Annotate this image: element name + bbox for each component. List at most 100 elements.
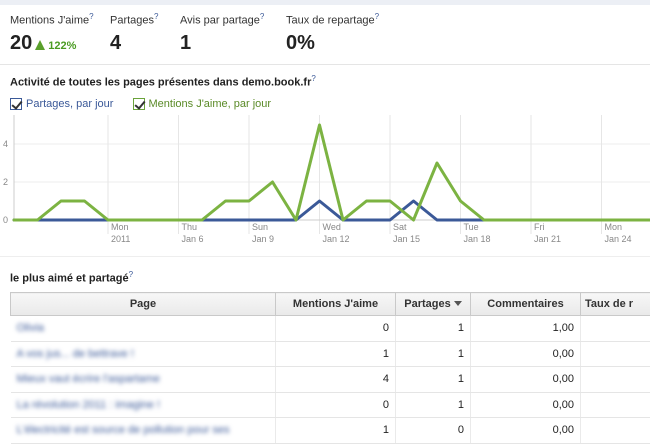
divider	[0, 256, 650, 257]
column-header-comments[interactable]: Commentaires	[470, 292, 581, 316]
page-link-text[interactable]: A vos jus... de bettrave !	[17, 348, 134, 360]
x-tick-day-label: Sat	[393, 222, 407, 232]
y-tick-label: 0	[3, 215, 8, 225]
stat-likes-label: Mentions J'aime	[10, 14, 90, 27]
help-icon[interactable]: ?	[154, 12, 158, 21]
column-header-shares[interactable]: Partages	[395, 292, 471, 316]
x-tick-day-label: Fri	[534, 222, 545, 232]
sort-down-icon	[453, 301, 462, 306]
help-icon[interactable]: ?	[129, 270, 133, 279]
stat-shares: Partages? 4	[110, 12, 158, 55]
help-icon[interactable]: ?	[311, 74, 315, 83]
cell-shares: 1	[395, 315, 471, 342]
table-row: Mieux vaut écrire l'aspartame 4 1 0,00	[10, 366, 650, 393]
cell-likes: 0	[275, 392, 396, 418]
series-line-likes	[12, 123, 650, 222]
series-line-shares	[12, 199, 650, 222]
legend-likes-label: Mentions J'aime, par jour	[148, 98, 272, 110]
cell-page-link[interactable]: La révolution 2011 : imagine !	[10, 392, 276, 418]
cell-page-link[interactable]: L'électricité est source de pollution po…	[10, 417, 276, 444]
y-tick-label: 4	[3, 139, 8, 149]
stat-reshare-label: Taux de repartage	[286, 14, 375, 27]
cell-likes: 1	[275, 417, 396, 444]
table-row: A vos jus... de bettrave ! 1 1 0,00	[10, 341, 650, 367]
x-tick-date-label: Jan 9	[252, 234, 274, 244]
legend-shares-label: Partages, par jour	[26, 98, 114, 110]
stat-reviews-per-share: Avis par partage? 1	[180, 12, 264, 55]
y-tick-label: 2	[3, 177, 8, 187]
cell-shares: 1	[395, 392, 471, 418]
divider	[0, 64, 650, 65]
stat-likes-value: 20	[10, 31, 33, 54]
x-tick-date-label: Jan 6	[182, 234, 204, 244]
x-tick-day-label: Mon	[111, 222, 129, 232]
cell-shares: 1	[395, 366, 471, 393]
help-icon[interactable]: ?	[375, 12, 379, 21]
x-tick-day-label: Wed	[323, 222, 341, 232]
cell-shares: 0	[395, 417, 471, 444]
cell-comments: 0,00	[470, 341, 581, 367]
table-row: La révolution 2011 : imagine ! 0 1 0,00	[10, 392, 650, 418]
top-pages-table: Page Mentions J'aime Partages Commentair…	[10, 292, 650, 444]
cell-likes: 4	[275, 366, 396, 393]
legend-likes-toggle[interactable]: Mentions J'aime, par jour	[132, 98, 272, 110]
table-row: Olivia 0 1 1,00	[10, 315, 650, 342]
page-link-text[interactable]: L'électricité est source de pollution po…	[17, 424, 230, 436]
x-tick-day-label: Tue	[464, 222, 479, 232]
chart-title-text: Activité de toutes les pages présentes d…	[10, 76, 312, 89]
help-icon[interactable]: ?	[89, 12, 93, 21]
cell-comments: 1,00	[470, 315, 581, 342]
stat-shares-label: Partages	[110, 14, 155, 27]
cell-shares: 1	[395, 341, 471, 367]
activity-line-chart: 0 2 4 Mon 2011 Thu Jan 6 Sun Jan 9 Wed Jan 12 Sat Ja…	[3, 115, 650, 244]
stat-shares-value: 4	[110, 31, 122, 54]
cell-page-link[interactable]: Olivia	[10, 315, 276, 342]
page-link-text[interactable]: Mieux vaut écrire l'aspartame	[17, 373, 160, 385]
help-icon[interactable]: ?	[260, 12, 264, 21]
stat-reshare-value: 0%	[286, 31, 315, 54]
x-tick-day-label: Mon	[605, 222, 623, 232]
x-tick-date-label: Jan 15	[393, 234, 420, 244]
stat-likes: Mentions J'aime? 20 122%	[10, 12, 94, 55]
table-header-row: Page Mentions J'aime Partages Commentair…	[10, 292, 650, 316]
page-link-text[interactable]: La révolution 2011 : imagine !	[17, 399, 161, 411]
stat-reviews-label: Avis par partage	[180, 14, 260, 27]
stat-likes-change: 122%	[48, 39, 77, 52]
top-bar	[0, 0, 650, 5]
x-tick-date-label: Jan 21	[534, 234, 561, 244]
cell-rate	[580, 341, 650, 367]
cell-comments: 0,00	[470, 366, 581, 393]
cell-rate	[580, 417, 650, 444]
x-tick-date-label: Jan 12	[323, 234, 350, 244]
stat-reviews-value: 1	[180, 31, 192, 54]
x-tick-day-label: Sun	[252, 222, 268, 232]
stat-reshare-rate: Taux de repartage? 0%	[286, 12, 379, 55]
cell-likes: 0	[275, 315, 396, 342]
column-header-likes[interactable]: Mentions J'aime	[275, 292, 396, 316]
cell-comments: 0,00	[470, 392, 581, 418]
page-link-text[interactable]: Olivia	[17, 322, 45, 334]
cell-page-link[interactable]: A vos jus... de bettrave !	[10, 341, 276, 367]
cell-rate	[580, 366, 650, 393]
x-tick-date-label: 2011	[111, 234, 130, 244]
legend-shares-toggle[interactable]: Partages, par jour	[10, 98, 113, 110]
chart-title: Activité de toutes les pages présentes d…	[10, 74, 316, 89]
x-tick-date-label: Jan 18	[464, 234, 491, 244]
chart-legend: Partages, par jour Mentions J'aime, par …	[10, 98, 287, 113]
cell-rate	[580, 392, 650, 418]
column-header-rate[interactable]: Taux de r	[580, 292, 650, 316]
column-header-page[interactable]: Page	[10, 292, 276, 316]
x-tick-date-label: Jan 24	[605, 234, 632, 244]
column-header-shares-label: Partages	[404, 298, 451, 310]
table-title-text: le plus aimé et partagé	[10, 272, 129, 285]
table-title: le plus aimé et partagé?	[10, 270, 133, 285]
checkbox-checked-icon[interactable]	[10, 98, 22, 110]
checkbox-checked-icon[interactable]	[132, 98, 145, 110]
x-tick-day-label: Thu	[182, 222, 198, 232]
cell-likes: 1	[275, 341, 396, 367]
cell-page-link[interactable]: Mieux vaut écrire l'aspartame	[10, 366, 276, 393]
arrow-up-icon	[35, 39, 46, 50]
cell-comments: 0,00	[470, 417, 581, 444]
table-row: L'électricité est source de pollution po…	[10, 417, 650, 444]
cell-rate	[580, 315, 650, 342]
